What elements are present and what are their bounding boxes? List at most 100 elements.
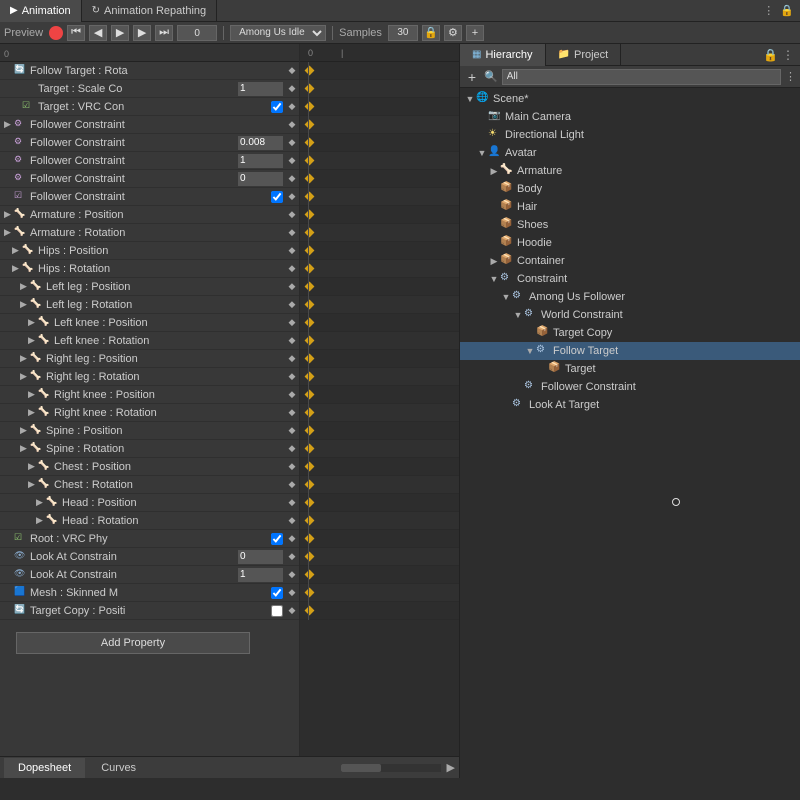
prop-row-lookat-1[interactable]: 👁 Look At Constrain ◆ [0,548,299,566]
prop-diamond-btn[interactable]: ◆ [285,244,299,258]
prop-diamond-btn[interactable]: ◆ [285,100,299,114]
hier-row-armature[interactable]: ▶ 🦴 Armature [460,162,800,180]
prop-diamond-btn[interactable]: ◆ [285,424,299,438]
prop-row-armature-pos[interactable]: ▶ 🦴 Armature : Position ◆ [0,206,299,224]
skip-fwd-btn[interactable]: ⏭ [155,25,173,41]
target-copy-checkbox[interactable] [271,605,283,617]
play-btn[interactable]: ▶ [111,25,129,41]
prop-diamond-btn[interactable]: ◆ [285,262,299,276]
prop-row-left-knee-rot[interactable]: ▶ 🦴 Left knee : Rotation ◆ [0,332,299,350]
keyframe-diamond[interactable] [305,318,315,328]
hier-row-follow-target[interactable]: ▼ ⚙ Follow Target [460,342,800,360]
prop-diamond-btn[interactable]: ◆ [285,334,299,348]
keyframe-diamond[interactable] [305,372,315,382]
prop-row-chest-rot[interactable]: ▶ 🦴 Chest : Rotation ◆ [0,476,299,494]
keyframe-diamond[interactable] [305,336,315,346]
prop-diamond-btn[interactable]: ◆ [285,568,299,582]
hier-row-hair[interactable]: 📦 Hair [460,198,800,216]
prop-diamond-btn[interactable]: ◆ [285,478,299,492]
prop-row-follower-2[interactable]: ⚙ Follower Constraint ◆ [0,134,299,152]
hier-row-hoodie[interactable]: 📦 Hoodie [460,234,800,252]
keyframe-diamond[interactable] [305,498,315,508]
prop-row-spine-pos[interactable]: ▶ 🦴 Spine : Position ◆ [0,422,299,440]
prop-row-spine-rot[interactable]: ▶ 🦴 Spine : Rotation ◆ [0,440,299,458]
keyframe-diamond[interactable] [305,408,315,418]
follower-checkbox[interactable] [271,191,283,203]
tab-repathing[interactable]: ↻ Animation Repathing [82,0,218,22]
keyframe-diamond[interactable] [305,66,315,76]
samples-input[interactable] [388,25,418,41]
prop-diamond-btn[interactable]: ◆ [285,316,299,330]
follower-val-3[interactable] [238,172,283,186]
keyframe-diamond[interactable] [305,300,315,310]
prop-diamond-btn[interactable]: ◆ [285,496,299,510]
prop-row-right-knee-rot[interactable]: ▶ 🦴 Right knee : Rotation ◆ [0,404,299,422]
panel-lock-icon[interactable]: 🔒 [780,4,800,17]
keyframe-diamond[interactable] [305,390,315,400]
prop-diamond-btn[interactable]: ◆ [285,352,299,366]
keyframe-diamond[interactable] [305,102,315,112]
tab-hierarchy[interactable]: ▦ Hierarchy [460,44,546,66]
prop-diamond-btn[interactable]: ◆ [285,604,299,618]
keyframe-diamond[interactable] [305,192,315,202]
hier-row-constraint[interactable]: ▼ ⚙ Constraint [460,270,800,288]
scale-input[interactable] [238,82,283,96]
vrc-checkbox[interactable] [271,101,283,113]
hier-row-follower-constraint[interactable]: ⚙ Follower Constraint [460,378,800,396]
hier-row-look-at[interactable]: ⚙ Look At Target [460,396,800,414]
prop-row-mesh[interactable]: 🟦 Mesh : Skinned M ◆ [0,584,299,602]
prop-row-hips-pos[interactable]: ▶ 🦴 Hips : Position ◆ [0,242,299,260]
prop-row-hips-rot[interactable]: ▶ 🦴 Hips : Rotation ◆ [0,260,299,278]
follower-val-2[interactable] [238,154,283,168]
anim-lock-btn[interactable]: 🔒 [422,25,440,41]
options-icon[interactable]: ⋮ [782,48,794,62]
hier-add-btn[interactable]: + [464,69,480,85]
prop-diamond-btn[interactable]: ◆ [285,64,299,78]
prop-row-follower-5[interactable]: ☑ Follower Constraint ◆ [0,188,299,206]
prop-row-chest-pos[interactable]: ▶ 🦴 Chest : Position ◆ [0,458,299,476]
keyframe-diamond[interactable] [305,138,315,148]
add-property-button[interactable]: Add Property [16,632,250,654]
frame-number[interactable]: 0 [177,25,217,41]
hier-row-among-us[interactable]: ▼ ⚙ Among Us Follower [460,288,800,306]
lookat-val-2[interactable] [238,568,283,582]
hier-row-avatar[interactable]: ▼ 👤 Avatar [460,144,800,162]
prop-row-follower-3[interactable]: ⚙ Follower Constraint ◆ [0,152,299,170]
keyframe-diamond[interactable] [305,588,315,598]
keyframe-diamond[interactable] [305,354,315,364]
prop-row-scale[interactable]: Target : Scale Co ◆ [0,80,299,98]
anim-add-btn[interactable]: + [466,25,484,41]
prop-diamond-btn[interactable]: ◆ [285,280,299,294]
prop-row-follower-1[interactable]: ▶ ⚙ Follower Constraint ◆ [0,116,299,134]
prop-diamond-btn[interactable]: ◆ [285,208,299,222]
next-frame-btn[interactable]: ▶ [133,25,151,41]
hier-row-target-copy[interactable]: 📦 Target Copy [460,324,800,342]
keyframe-diamond[interactable] [305,228,315,238]
record-btn[interactable] [49,26,63,40]
prop-diamond-btn[interactable]: ◆ [285,532,299,546]
keyframe-diamond[interactable] [305,156,315,166]
prop-diamond-btn[interactable]: ◆ [285,460,299,474]
lock-icon[interactable]: 🔒 [763,48,778,62]
horizontal-scrollbar[interactable] [341,764,441,772]
prop-diamond-btn[interactable]: ◆ [285,298,299,312]
prop-diamond-btn[interactable]: ◆ [285,406,299,420]
prop-row-left-knee-pos[interactable]: ▶ 🦴 Left knee : Position ◆ [0,314,299,332]
keyframe-diamond[interactable] [305,534,315,544]
keyframe-diamond[interactable] [305,552,315,562]
keyframe-diamond[interactable] [305,84,315,94]
hier-row-world-constraint[interactable]: ▼ ⚙ World Constraint [460,306,800,324]
tab-project[interactable]: 📁 Project [546,44,622,66]
keyframe-diamond[interactable] [305,516,315,526]
clip-selector[interactable]: Among Us Idle [230,25,326,41]
prop-diamond-btn[interactable]: ◆ [285,514,299,528]
keyframe-diamond[interactable] [305,426,315,436]
keyframe-diamond[interactable] [305,282,315,292]
hier-row-main-camera[interactable]: 📷 Main Camera [460,108,800,126]
prop-row-vrc-con[interactable]: ☑ Target : VRC Con ◆ [0,98,299,116]
follower-val-1[interactable] [238,136,283,150]
prop-row-left-leg-rot[interactable]: ▶ 🦴 Left leg : Rotation ◆ [0,296,299,314]
keyframe-diamond[interactable] [305,210,315,220]
prop-row-left-leg-pos[interactable]: ▶ 🦴 Left leg : Position ◆ [0,278,299,296]
prev-frame-btn[interactable]: ◀ [89,25,107,41]
